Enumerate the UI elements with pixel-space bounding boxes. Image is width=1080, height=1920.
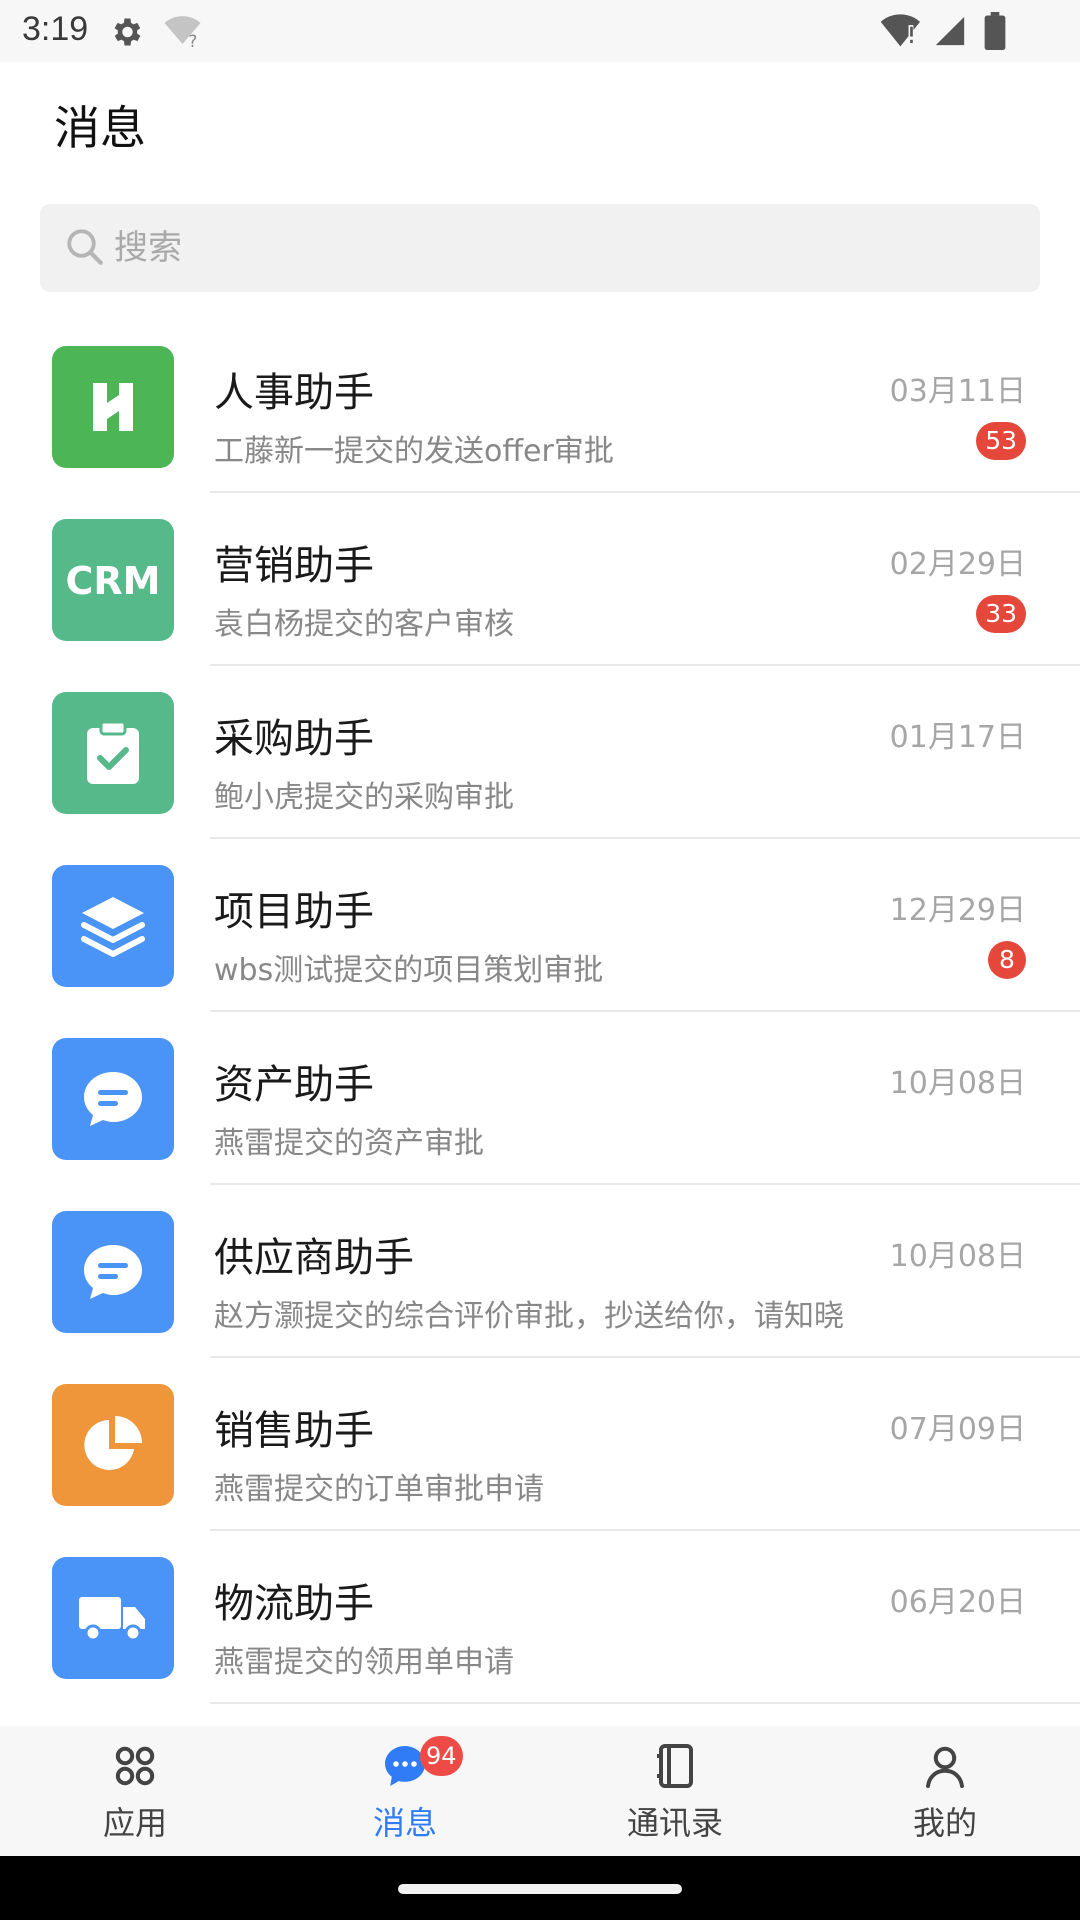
person-icon: [926, 1746, 964, 1788]
nav-label: 通讯录: [626, 1804, 723, 1842]
nav-item-contacts[interactable]: 通讯录: [540, 1726, 810, 1856]
settings-gear-icon: [114, 18, 141, 46]
message-preview: 赵方灏提交的综合评价审批，抄送给你，请知晓: [214, 1299, 844, 1334]
message-date: 01月17日: [889, 720, 1026, 755]
avatar: [52, 346, 174, 468]
home-gesture-handle[interactable]: [398, 1884, 682, 1894]
message-title: 资产助手: [214, 1062, 374, 1108]
unread-badge: 8: [988, 941, 1026, 979]
svg-text:?: ?: [189, 32, 198, 50]
list-item[interactable]: CRM 营销助手 袁白杨提交的客户审核 02月29日 33: [0, 493, 1080, 666]
apps-grid-icon: [115, 1746, 155, 1786]
pie-chart-icon: [84, 1416, 142, 1470]
message-title: 物流助手: [214, 1581, 374, 1627]
avatar: [52, 692, 174, 814]
list-item[interactable]: 项目助手 wbs测试提交的项目策划审批 12月29日 8: [0, 839, 1080, 1012]
message-date: 03月11日: [889, 374, 1026, 409]
message-preview: 燕雷提交的资产审批: [214, 1126, 484, 1161]
message-date: 10月08日: [889, 1066, 1026, 1101]
avatar: CRM: [52, 519, 174, 641]
message-date: 06月20日: [889, 1585, 1026, 1620]
chat-bubble-icon: [84, 1245, 142, 1299]
signal-icon: [935, 16, 965, 46]
truck-icon: [79, 1597, 145, 1642]
unread-badge: 33: [976, 595, 1026, 633]
message-preview: 工藤新一提交的发送offer审批: [214, 434, 614, 469]
wifi-question-icon: ?: [164, 16, 201, 50]
clipboard-check-icon: [87, 720, 139, 784]
nav-item-messages[interactable]: 94 消息: [270, 1726, 540, 1856]
svg-text:CRM: CRM: [66, 559, 161, 602]
message-preview: 燕雷提交的领用单申请: [214, 1645, 514, 1680]
list-item[interactable]: 供应商助手 赵方灏提交的综合评价审批，抄送给你，请知晓 10月08日: [0, 1185, 1080, 1358]
nav-item-me[interactable]: 我的: [810, 1726, 1080, 1856]
message-preview: 袁白杨提交的客户审核: [214, 607, 514, 642]
battery-icon: [984, 12, 1006, 50]
list-item[interactable]: 人事助手 工藤新一提交的发送offer审批 03月11日 53: [0, 320, 1080, 493]
message-preview: wbs测试提交的项目策划审批: [214, 953, 604, 988]
message-title: 营销助手: [214, 543, 374, 589]
message-preview: 鲍小虎提交的采购审批: [214, 780, 514, 815]
contacts-book-icon: [657, 1744, 693, 1788]
status-right-group: [880, 10, 1080, 50]
message-preview: 燕雷提交的订单审批申请: [214, 1472, 544, 1507]
layers-icon: [81, 897, 145, 957]
avatar: [52, 1211, 174, 1333]
message-date: 02月29日: [889, 547, 1026, 582]
message-title: 项目助手: [214, 889, 374, 935]
list-item[interactable]: 采购助手 鲍小虎提交的采购审批 01月17日: [0, 666, 1080, 839]
hr-icon: [93, 383, 133, 431]
bottom-nav: 应用 94 消息 通讯录 我的: [0, 1726, 1080, 1856]
search-bar[interactable]: [40, 204, 1040, 292]
list-item[interactable]: 资产助手 燕雷提交的资产审批 10月08日: [0, 1012, 1080, 1185]
search-input[interactable]: [114, 204, 994, 292]
message-list: 人事助手 工藤新一提交的发送offer审批 03月11日 53 CRM 营销助手…: [0, 320, 1080, 1704]
nav-item-apps[interactable]: 应用: [0, 1726, 270, 1856]
page-title: 消息: [54, 101, 146, 155]
unread-badge: 53: [976, 422, 1026, 460]
list-item[interactable]: 物流助手 燕雷提交的领用单申请 06月20日: [0, 1531, 1080, 1704]
avatar: [52, 1038, 174, 1160]
chat-bubble-icon: [84, 1072, 142, 1126]
nav-label: 我的: [912, 1804, 977, 1842]
message-title: 人事助手: [214, 370, 374, 416]
status-time: 3:19: [22, 10, 89, 48]
wifi-icon: [880, 14, 920, 47]
nav-label: 消息: [372, 1804, 437, 1842]
message-title: 销售助手: [214, 1408, 374, 1454]
divider: [210, 1702, 1080, 1704]
avatar: [52, 1384, 174, 1506]
message-title: 供应商助手: [214, 1235, 414, 1281]
message-date: 12月29日: [889, 893, 1026, 928]
search-icon: [67, 229, 103, 265]
nav-badge: 94: [420, 1736, 463, 1776]
message-date: 07月09日: [889, 1412, 1026, 1447]
list-item[interactable]: 销售助手 燕雷提交的订单审批申请 07月09日: [0, 1358, 1080, 1531]
system-nav-bar: [0, 1856, 1080, 1920]
status-bar: 3:19 ?: [0, 0, 1080, 62]
avatar: [52, 1557, 174, 1679]
message-date: 10月08日: [889, 1239, 1026, 1274]
nav-label: 应用: [102, 1804, 167, 1842]
crm-icon: CRM: [66, 559, 161, 602]
avatar: [52, 865, 174, 987]
message-title: 采购助手: [214, 716, 374, 762]
